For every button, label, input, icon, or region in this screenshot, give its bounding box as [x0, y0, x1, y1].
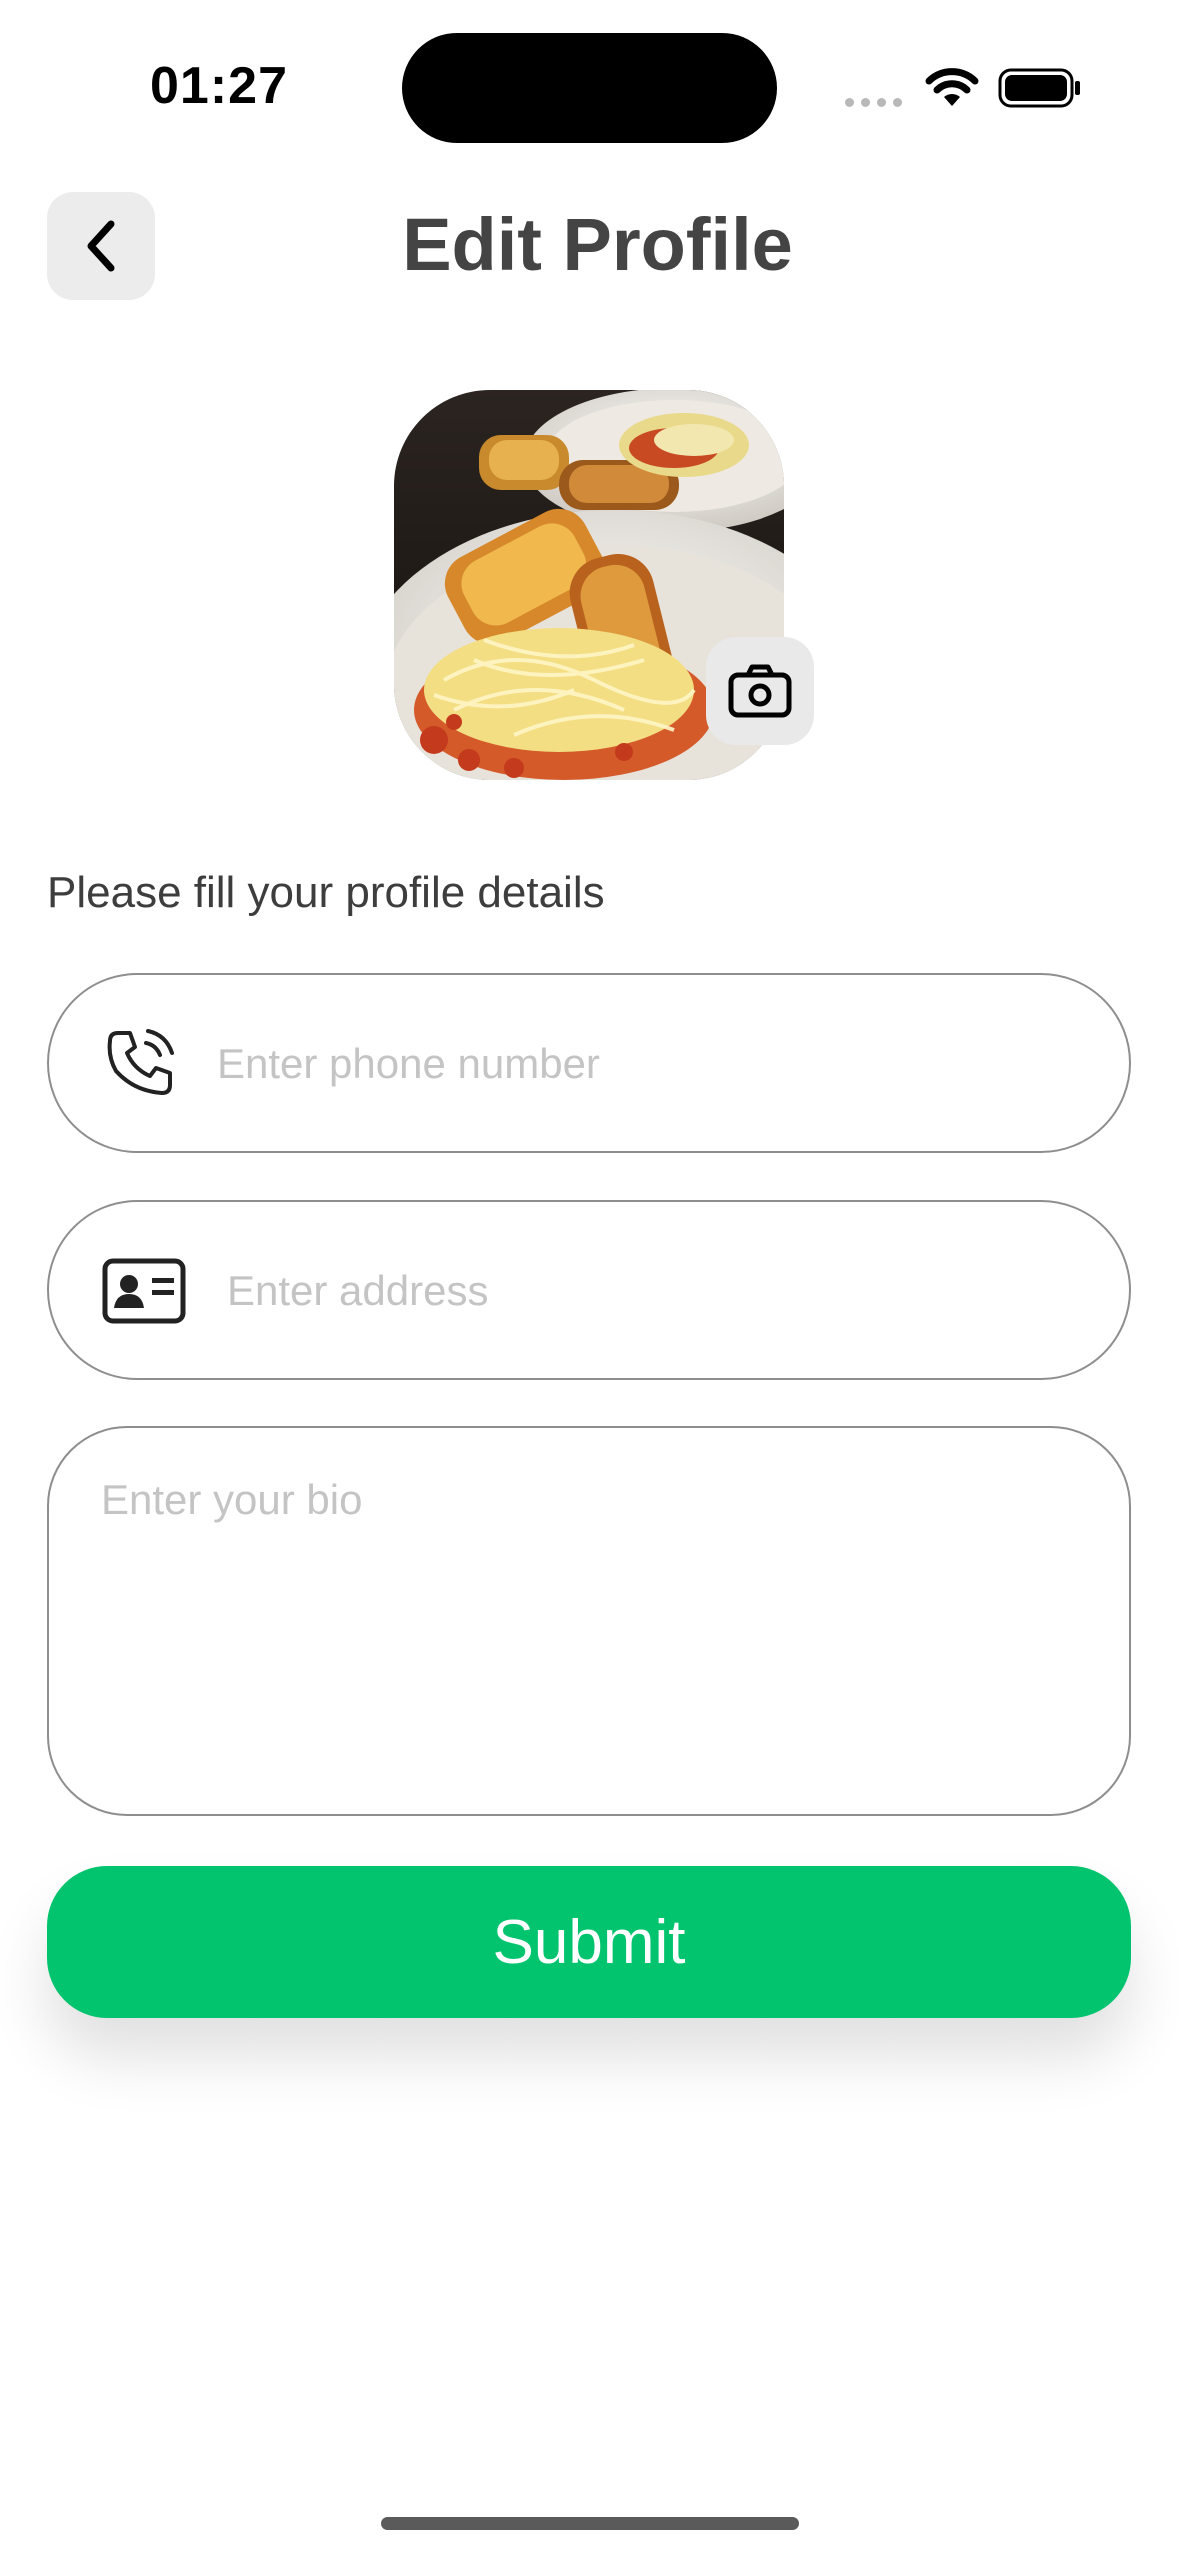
- bio-field[interactable]: [47, 1426, 1131, 1816]
- form-subtitle: Please fill your profile details: [47, 868, 605, 917]
- wifi-icon: [924, 66, 980, 113]
- dynamic-island: [402, 33, 777, 143]
- status-time: 01:27: [150, 57, 288, 115]
- phone-call-icon: [107, 1029, 174, 1095]
- submit-button[interactable]: Submit: [47, 1866, 1131, 2018]
- bio-input[interactable]: [99, 1474, 1083, 1778]
- home-indicator[interactable]: [381, 2517, 799, 2530]
- change-photo-button[interactable]: [706, 637, 814, 745]
- id-card-icon: [102, 1258, 186, 1324]
- cellular-signal-icon: [845, 94, 909, 112]
- camera-icon: [728, 664, 792, 718]
- page-title: Edit Profile: [402, 203, 793, 286]
- address-field[interactable]: [47, 1200, 1131, 1380]
- battery-icon: [998, 68, 1082, 113]
- phone-field[interactable]: [47, 973, 1131, 1153]
- address-input[interactable]: [225, 1260, 1079, 1322]
- phone-input[interactable]: [215, 1033, 1079, 1095]
